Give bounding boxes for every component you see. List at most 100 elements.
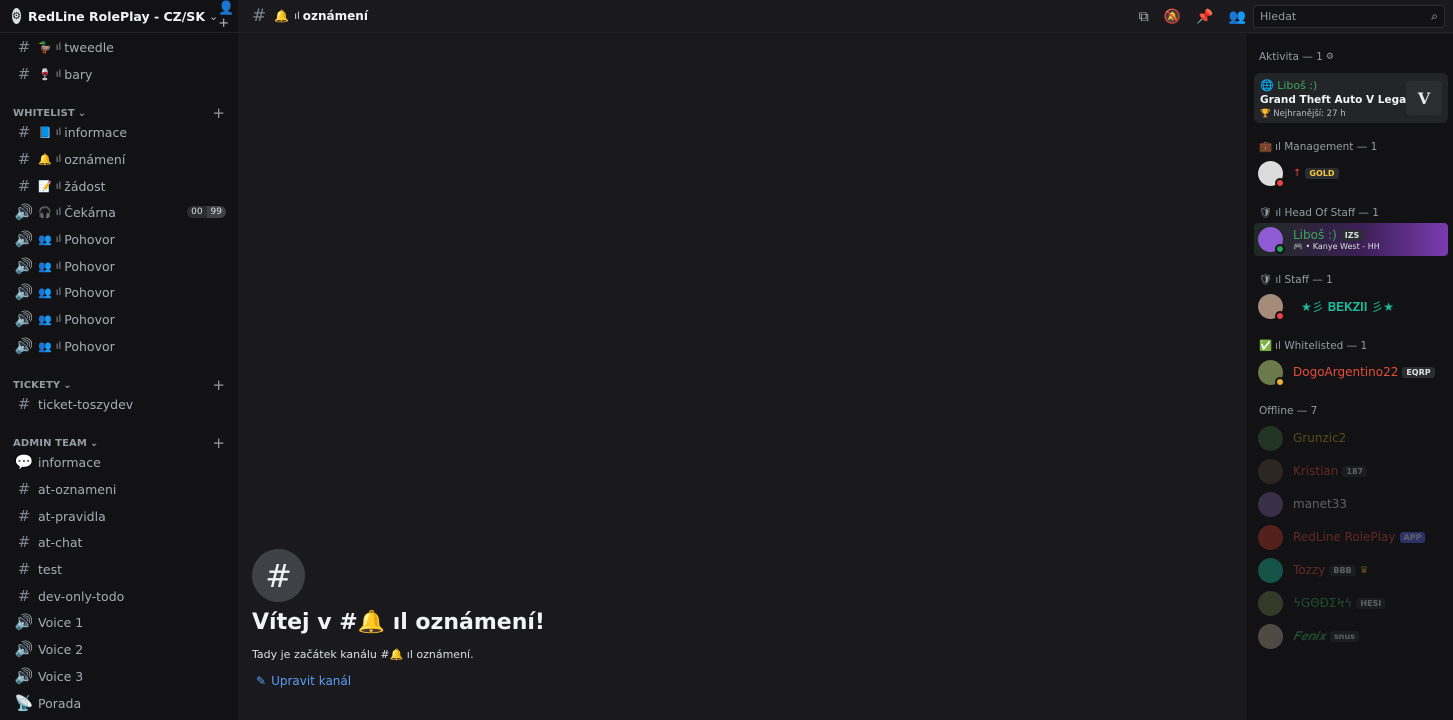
channel-zadost[interactable]: # 📝 ıl žádost xyxy=(8,174,230,198)
voice-channel-icon: 🔊 xyxy=(14,640,34,658)
text-channel-icon: # xyxy=(17,123,31,141)
channel-pohovor[interactable]: 🔊 👥 ıl Pohovor xyxy=(8,334,230,358)
search-icon[interactable]: ⌕ xyxy=(1431,9,1438,24)
avatar xyxy=(1258,623,1283,649)
avatar xyxy=(1258,491,1283,517)
header-toolbar: ⧉ 🔕 📌 👥 xyxy=(1139,0,1246,33)
channel-label: informace xyxy=(64,124,128,140)
channel-admin-informace[interactable]: 💬 informace xyxy=(8,450,230,474)
channel-porada[interactable]: 📡 Porada xyxy=(8,691,230,715)
chevron-down-icon[interactable]: ⌄ xyxy=(209,10,218,23)
member-offline[interactable]: 𝑭𝒆𝒏𝒊𝒙 snus xyxy=(1254,620,1448,652)
channel-pohovor[interactable]: 🔊 👥 ıl Pohovor xyxy=(8,280,230,304)
channel-voice-3[interactable]: 🔊 Voice 3 xyxy=(8,664,230,688)
private-text-channel-icon: # xyxy=(17,480,31,498)
channel-emoji: 📝 xyxy=(38,179,52,193)
search-input[interactable] xyxy=(1260,10,1420,23)
channel-title: oznámení xyxy=(302,9,368,23)
member-name: manet33 xyxy=(1293,497,1348,511)
channel-dev-only-todo[interactable]: # dev-only-todo xyxy=(8,584,230,608)
activity-card[interactable]: 🌐 Liboš :) Grand Theft Auto V Legacy 🏆 N… xyxy=(1254,73,1448,123)
channel-emoji: 🍷 xyxy=(38,67,52,81)
channel-label: Voice 1 xyxy=(38,614,84,630)
avatar xyxy=(1258,557,1283,583)
text-channel-icon: # xyxy=(17,150,31,168)
invite-people-icon[interactable]: 👤+ xyxy=(218,1,234,31)
pin-icon[interactable]: 📌 xyxy=(1196,9,1213,25)
avatar xyxy=(1258,359,1285,387)
channel-pohovor[interactable]: 🔊 👥 ıl Pohovor xyxy=(8,307,230,331)
server-header[interactable]: ⚙ RedLine RolePlay - CZ/SK ⌄ 👤+ xyxy=(0,0,238,33)
channel-pohovor[interactable]: 🔊 👥 ıl Pohovor xyxy=(8,227,230,251)
member-offline[interactable]: manet33 xyxy=(1254,488,1448,520)
chevron-down-icon: ⌄ xyxy=(63,379,72,391)
channel-label: bary xyxy=(64,66,93,82)
member-name: DogoArgentino22 xyxy=(1293,365,1399,379)
member-name: Grunzic2 xyxy=(1293,431,1347,445)
member-whitelisted[interactable]: DogoArgentino22 EQRP xyxy=(1254,356,1448,388)
member-tag: 187 xyxy=(1342,465,1368,477)
channel-test[interactable]: # test xyxy=(8,557,230,581)
server-logo-icon: ⚙ xyxy=(12,8,21,24)
channel-at-pravidla[interactable]: # at-pravidla xyxy=(8,504,230,528)
chevron-down-icon: ⌄ xyxy=(89,437,99,449)
member-management[interactable]: ↑ GOLD xyxy=(1254,157,1448,189)
channel-cekarna[interactable]: 🔊 🎧 ıl Čekárna 00 99 xyxy=(8,200,230,224)
channel-hash-icon: # xyxy=(252,549,305,602)
idle-status-icon xyxy=(1275,376,1285,387)
channel-oznameni[interactable]: # 🔔 ıl oznámení xyxy=(8,147,230,171)
channel-voice-2[interactable]: 🔊 Voice 2 xyxy=(8,637,230,661)
group-header-head-of-staff: 🛡 ıl Head Of Staff — 1 xyxy=(1259,206,1379,220)
member-head-of-staff[interactable]: Liboš :) IZS 🎮 • Kanye West - HH xyxy=(1254,223,1448,256)
server-name: RedLine RolePlay - CZ/SK xyxy=(27,8,206,24)
member-offline[interactable]: Grunzic2 xyxy=(1254,422,1448,454)
channel-emoji: 👥 xyxy=(38,259,52,273)
channel-header: # 🔔 ıl oznámení ⧉ 🔕 📌 👥 ⌕ xyxy=(238,0,1453,33)
channel-label: oznámení xyxy=(64,151,126,167)
voice-channel-icon: 🔊 xyxy=(14,613,34,631)
activity-header: Aktivita — 1 ⚙ xyxy=(1259,51,1334,63)
gear-icon[interactable]: ⚙ xyxy=(1326,52,1334,62)
channel-ticket-toszydev[interactable]: # ticket-toszydev xyxy=(8,392,230,416)
channel-label: Pohovor xyxy=(64,231,115,247)
channel-emoji: 🔔 xyxy=(274,9,290,23)
channel-label: at-pravidla xyxy=(38,508,106,524)
channel-tweedle[interactable]: # 🦆 ıl tweedle xyxy=(8,35,230,59)
voice-channel-icon: 🔊 xyxy=(14,310,34,328)
category-label: ADMIN TEAM xyxy=(13,437,87,449)
search-box[interactable]: ⌕ xyxy=(1253,5,1445,28)
member-tag: GOLD xyxy=(1305,167,1339,179)
member-list: Aktivita — 1 ⚙ 🌐 Liboš :) Grand Theft Au… xyxy=(1245,34,1453,720)
member-staff[interactable]: ★彡 𝐁𝐄𝐊𝐙𝐈𝐈 彡★ xyxy=(1254,290,1448,322)
channel-label: Pohovor xyxy=(64,311,115,327)
voice-channel-icon: 🔊 xyxy=(14,667,34,685)
member-name: Tozzy xyxy=(1293,563,1326,577)
channel-label: test xyxy=(38,561,63,577)
channel-emoji: 📘 xyxy=(38,125,52,139)
group-header-staff: 🛡 ıl Staff — 1 xyxy=(1259,273,1333,287)
chevron-down-icon: ⌄ xyxy=(77,107,87,119)
channel-voice-1[interactable]: 🔊 Voice 1 xyxy=(8,610,230,634)
voice-channel-icon: 🔊 xyxy=(14,257,34,275)
member-offline[interactable]: RedLine RolePlay APP xyxy=(1254,521,1448,553)
channel-pohovor[interactable]: 🔊 👥 ıl Pohovor xyxy=(8,254,230,278)
notification-mute-icon[interactable]: 🔕 xyxy=(1164,9,1181,25)
member-activity: 🎮 • Kanye West - HH xyxy=(1293,242,1380,251)
channel-bary[interactable]: # 🍷 ıl bary xyxy=(8,62,230,86)
avatar xyxy=(1258,160,1285,188)
edit-channel-link[interactable]: ✎ Upravit kanál xyxy=(256,674,351,688)
member-offline[interactable]: Tozzy BBB ♛ xyxy=(1254,554,1448,586)
channel-emoji: 👥 xyxy=(38,232,52,246)
pencil-icon: ✎ xyxy=(256,674,267,688)
member-offline[interactable]: ϟGΘÐΣϞϟ HESI xyxy=(1254,587,1448,619)
member-offline[interactable]: Kristian 187 xyxy=(1254,455,1448,487)
channel-at-oznameni[interactable]: # at-oznameni xyxy=(8,477,230,501)
member-tag: BBB xyxy=(1329,564,1356,576)
text-channel-icon: # xyxy=(17,177,31,195)
channel-at-chat[interactable]: # at-chat xyxy=(8,530,230,554)
threads-icon[interactable]: ⧉ xyxy=(1139,9,1149,25)
channel-informace[interactable]: # 📘 ıl informace xyxy=(8,120,230,144)
member-list-icon[interactable]: 👥 xyxy=(1229,9,1246,25)
member-name: ϟGΘÐΣϞϟ xyxy=(1293,596,1353,610)
online-status-icon xyxy=(1275,244,1285,254)
